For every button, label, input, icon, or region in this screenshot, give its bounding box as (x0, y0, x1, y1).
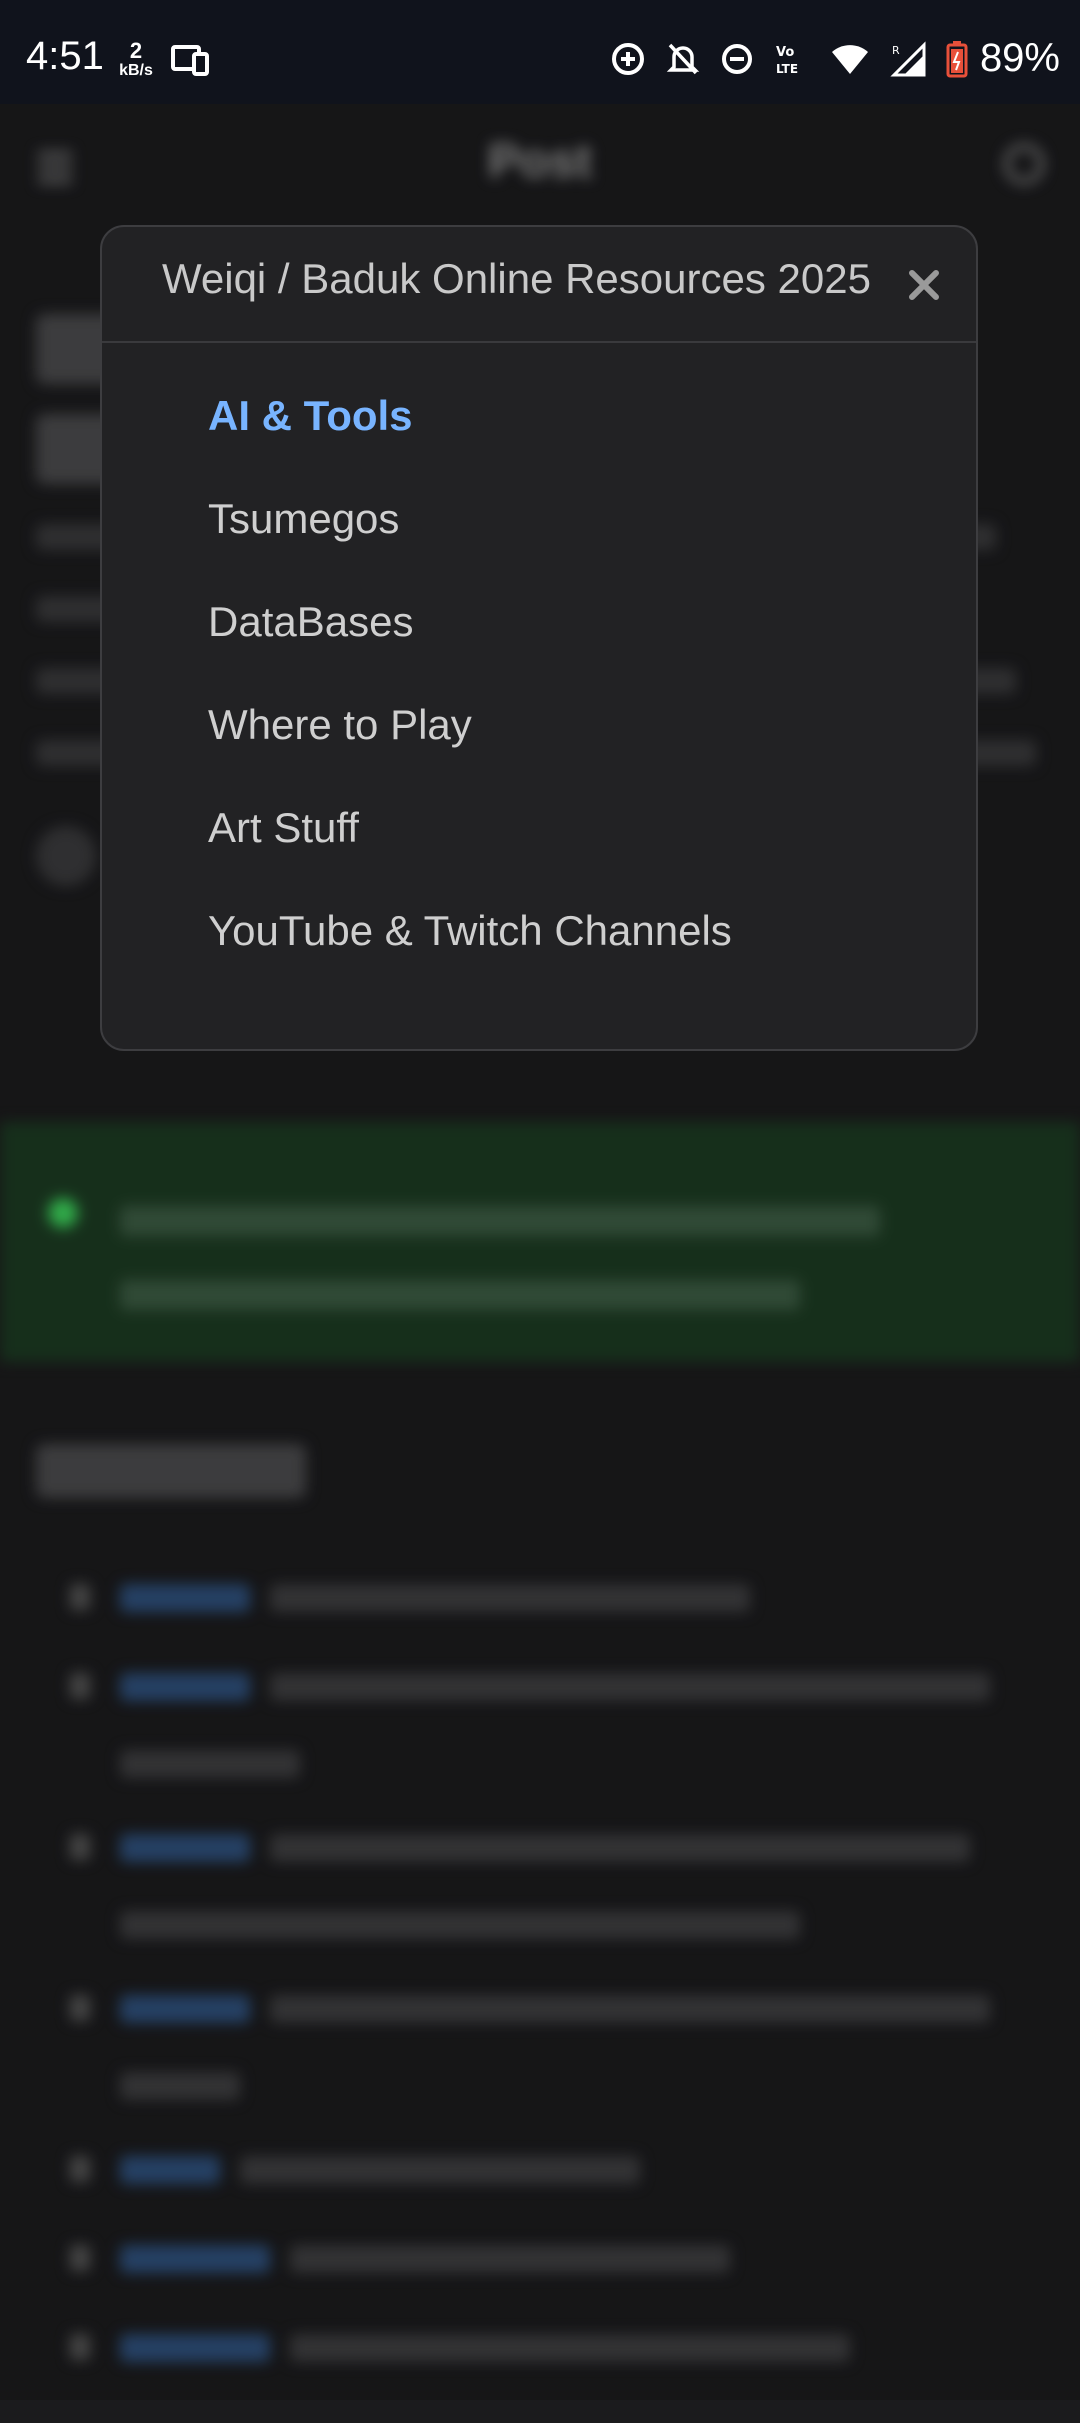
close-icon[interactable] (902, 263, 946, 307)
do-not-disturb-icon (720, 42, 754, 76)
volte-icon: Vo LTE (774, 41, 810, 77)
battery-level: 89% (979, 36, 1060, 80)
notifications-off-icon (666, 41, 700, 77)
clock: 4:51 (26, 34, 104, 78)
svg-text:Vo: Vo (776, 45, 794, 60)
svg-text:R: R (892, 44, 900, 57)
table-of-contents-dialog: Weiqi / Baduk Online Resources 2025 AI &… (100, 225, 978, 1051)
signal-icon: R (890, 40, 926, 77)
wifi-icon (830, 42, 870, 76)
toc-item-databases[interactable]: DataBases (208, 597, 732, 700)
toc-item-where-to-play[interactable]: Where to Play (208, 700, 732, 803)
status-bar: 4:51 2 kB/s Vo LTE R 89% (0, 0, 1080, 104)
toc-item-ai-tools[interactable]: AI & Tools (208, 391, 732, 494)
battery-icon (946, 40, 968, 78)
data-rate: 2 kB/s (119, 38, 153, 80)
dialog-title: Weiqi / Baduk Online Resources 2025 (162, 255, 871, 302)
toc-item-youtube-twitch[interactable]: YouTube & Twitch Channels (208, 906, 732, 1009)
toc-list: AI & Tools Tsumegos DataBases Where to P… (208, 391, 732, 1009)
dialog-header: Weiqi / Baduk Online Resources 2025 (102, 227, 976, 343)
toc-item-tsumegos[interactable]: Tsumegos (208, 494, 732, 597)
toc-item-art-stuff[interactable]: Art Stuff (208, 803, 732, 906)
cast-icon (170, 44, 210, 85)
svg-text:LTE: LTE (776, 62, 798, 76)
data-saver-icon (610, 41, 646, 77)
